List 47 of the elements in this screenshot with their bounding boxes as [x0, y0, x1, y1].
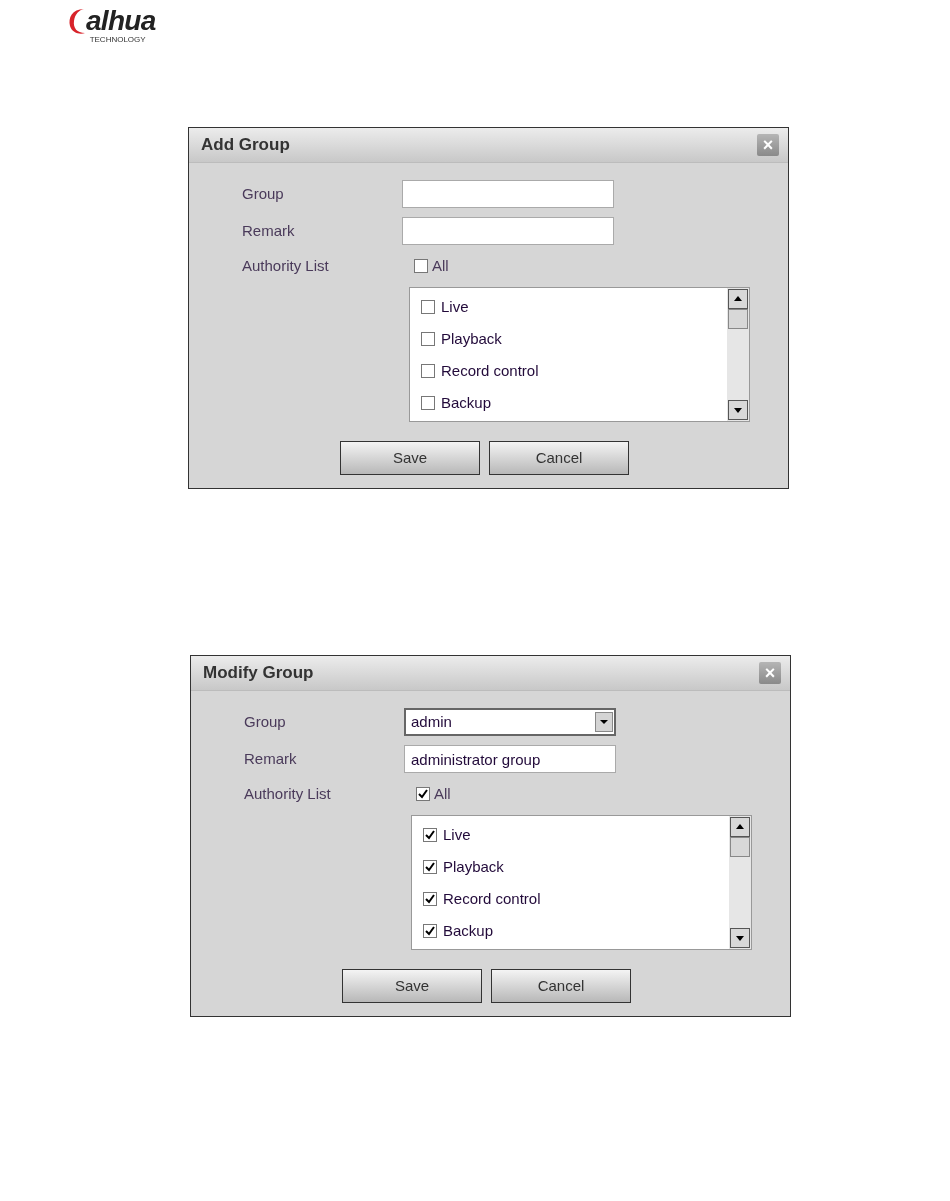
checkbox[interactable]	[423, 892, 437, 906]
field-label: Group	[244, 711, 287, 732]
field-label: Authority List	[244, 783, 332, 804]
dialog-button[interactable]: Cancel	[491, 969, 631, 1003]
dialog-button[interactable]: Save	[342, 969, 482, 1003]
checkbox[interactable]	[421, 364, 435, 378]
permission-label: Record control	[441, 360, 539, 381]
checkbox[interactable]	[421, 300, 435, 314]
scroll-up-icon[interactable]	[730, 817, 750, 837]
checkbox[interactable]	[423, 924, 437, 938]
checkbox[interactable]	[421, 332, 435, 346]
scroll-thumb[interactable]	[728, 309, 748, 329]
scroll-down-icon[interactable]	[730, 928, 750, 948]
checkbox-label: All	[434, 783, 451, 804]
checkbox[interactable]	[421, 396, 435, 410]
field-label: Group	[242, 183, 285, 204]
checkbox[interactable]	[416, 787, 430, 801]
scrollbar[interactable]	[729, 816, 751, 949]
permission-label: Backup	[441, 392, 492, 413]
permission-label: Live	[441, 296, 469, 317]
logo-wordmark: alhua	[86, 7, 156, 35]
checkbox[interactable]	[423, 860, 437, 874]
checkbox-label: All	[432, 255, 449, 276]
logo-swoosh-icon	[68, 6, 86, 36]
scrollbar[interactable]	[727, 288, 749, 421]
window-title: Modify Group	[203, 662, 314, 685]
field-label: Authority List	[242, 255, 330, 276]
dialog-button[interactable]: Cancel	[489, 441, 629, 475]
permission-label: Playback	[441, 328, 502, 349]
group-dropdown[interactable]: admin	[404, 708, 616, 736]
checkbox[interactable]	[423, 828, 437, 842]
scroll-thumb[interactable]	[730, 837, 750, 857]
permission-label: Record control	[443, 888, 541, 909]
permission-label: Playback	[443, 856, 504, 877]
scroll-down-icon[interactable]	[728, 400, 748, 420]
scroll-up-icon[interactable]	[728, 289, 748, 309]
dialog-button[interactable]: Save	[340, 441, 480, 475]
logo-tagline: TECHNOLOGY	[89, 36, 146, 44]
field-label: Remark	[244, 748, 298, 769]
text-field[interactable]: administrator group	[404, 745, 616, 773]
text-field[interactable]	[402, 217, 614, 245]
permission-label: Live	[443, 824, 471, 845]
permission-label: Backup	[443, 920, 494, 941]
text-field[interactable]	[402, 180, 614, 208]
field-label: Remark	[242, 220, 296, 241]
window-title: Add Group	[201, 134, 290, 157]
checkbox[interactable]	[414, 259, 428, 273]
